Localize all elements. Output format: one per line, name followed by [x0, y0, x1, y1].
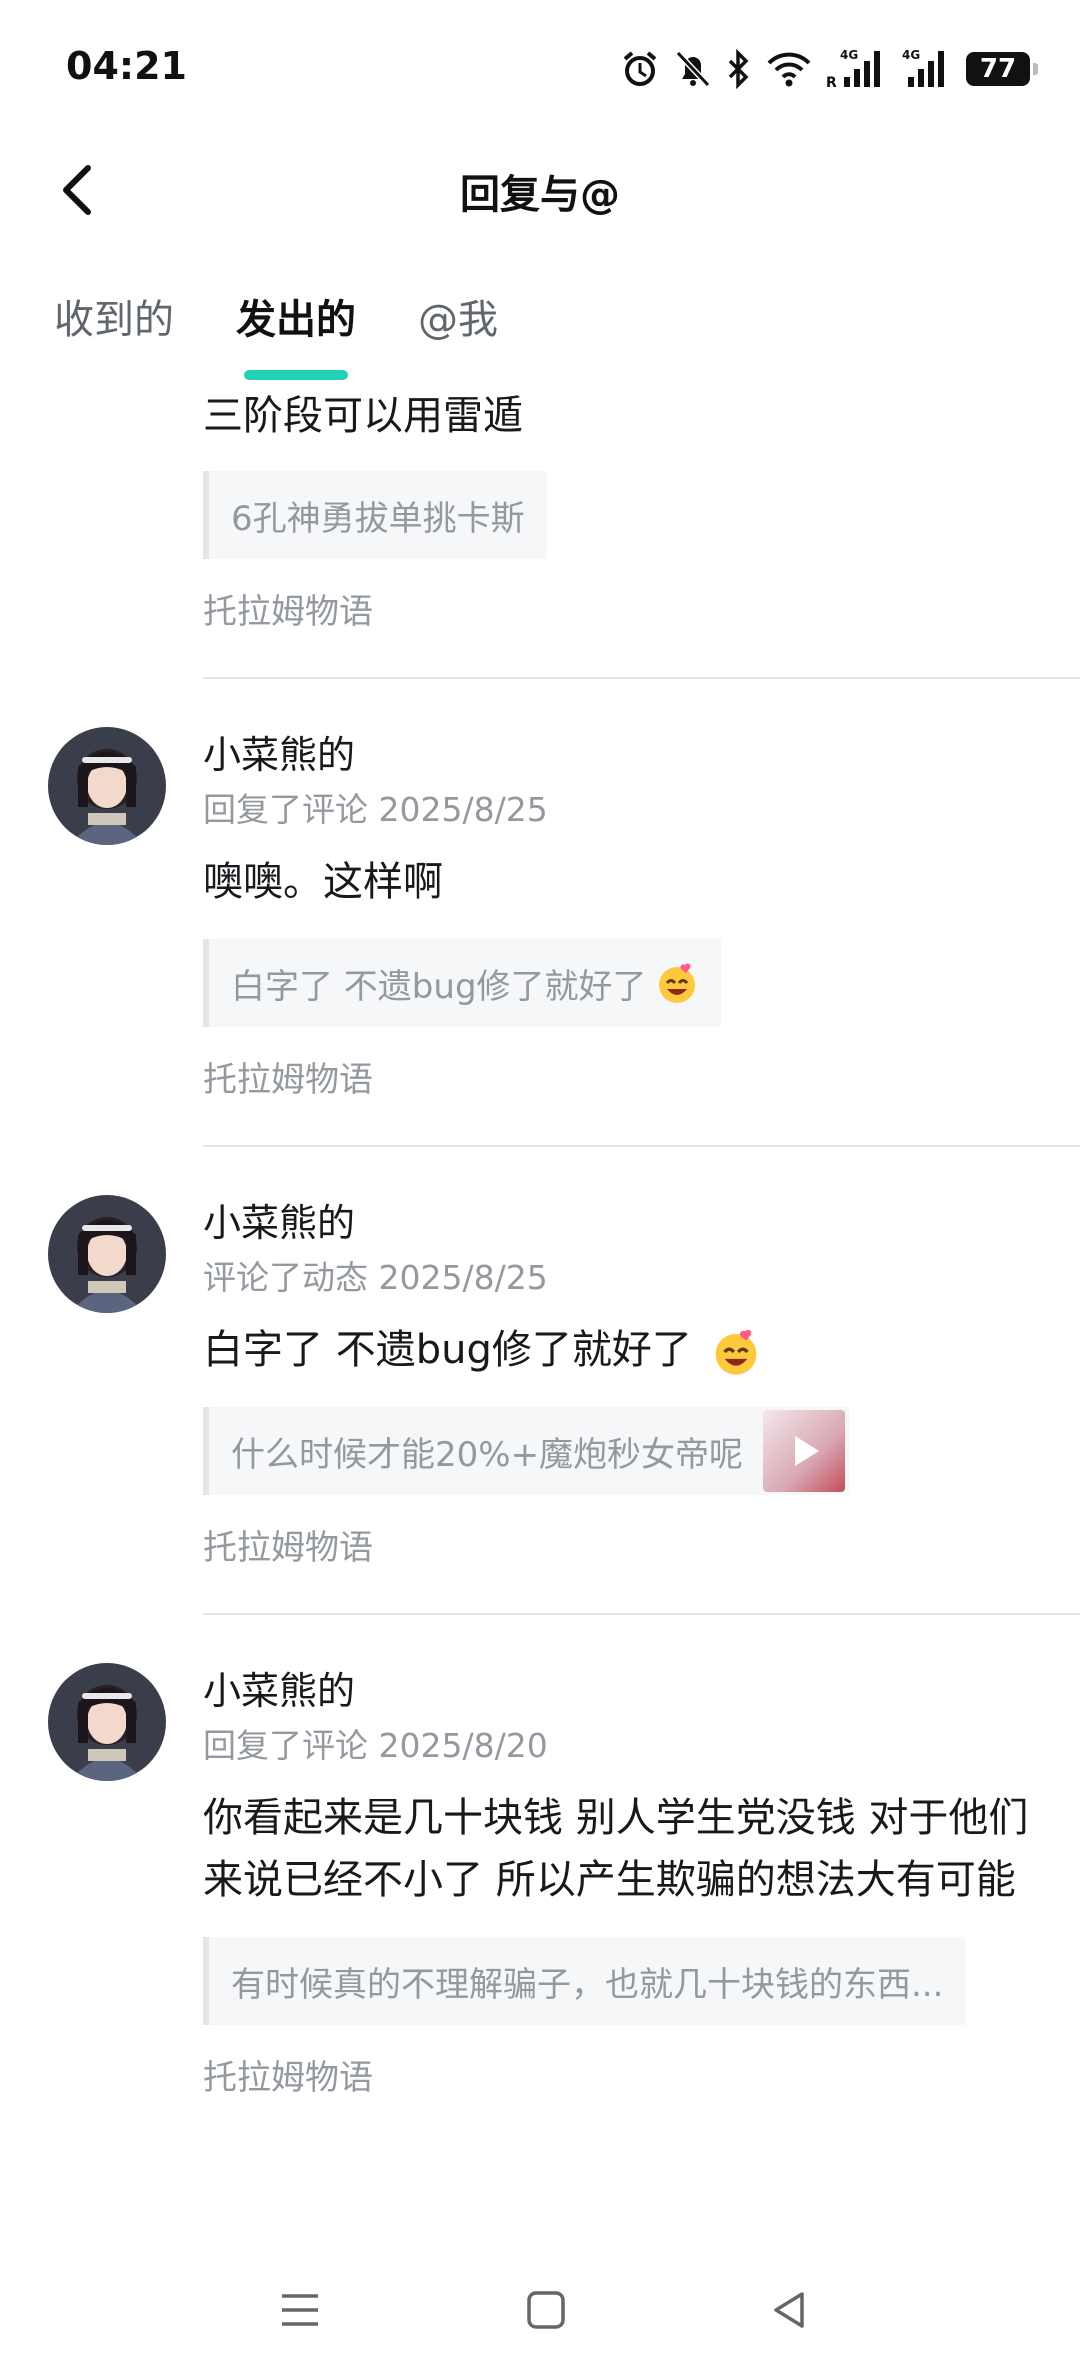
source-label[interactable]: 托拉姆物语 [203, 1055, 1040, 1105]
page-header: 回复与@ [0, 140, 1080, 240]
status-bar: 04:21 4G R 4G 77 [0, 0, 1080, 130]
roaming-label: R [826, 75, 837, 91]
quoted-text: 什么时候才能20%+魔炮秒女帝呢 [231, 1434, 744, 1475]
divider [203, 1145, 1080, 1147]
item-content: 小菜熊的 评论了动态 2025/8/25 白字了 不遗bug修了就好了 什么时候… [203, 1195, 1040, 1573]
divider [203, 1613, 1080, 1615]
quoted-text: 6孔神勇拔单挑卡斯 [231, 498, 525, 539]
avatar-image [48, 1663, 166, 1781]
comment-body: 噢噢。这样啊 [203, 859, 443, 905]
list-item[interactable]: 三阶段可以用雷遁 6孔神勇拔单挑卡斯 托拉姆物语 [0, 385, 1080, 679]
home-icon[interactable] [518, 2282, 574, 2338]
avatar[interactable] [48, 1663, 166, 1781]
alarm-icon [623, 51, 657, 86]
comment-body-row: 白字了 不遗bug修了就好了 [203, 1319, 1040, 1381]
mute-bell-icon [675, 50, 711, 88]
grinning-hearts-emoji-icon [715, 1329, 757, 1375]
quoted-comment[interactable]: 白字了 不遗bug修了就好了 [203, 939, 721, 1027]
user-name[interactable]: 小菜熊的 [203, 1195, 1040, 1251]
quoted-comment[interactable]: 有时候真的不理解骗子，也就几十块钱的东西... [203, 1937, 966, 2025]
page-title: 回复与@ [460, 172, 620, 218]
signal-2-icon: 4G [902, 48, 944, 87]
wifi-icon [767, 52, 811, 87]
tab-sent[interactable]: 发出的 [236, 290, 356, 380]
quoted-comment[interactable]: 6孔神勇拔单挑卡斯 [203, 471, 547, 559]
tab-bar: 收到的 发出的 @我 [54, 290, 498, 380]
list-item[interactable]: 小菜熊的 评论了动态 2025/8/25 白字了 不遗bug修了就好了 什么时候… [0, 1195, 1080, 1615]
bluetooth-icon [728, 49, 749, 89]
status-time: 04:21 [66, 44, 187, 88]
item-content: 小菜熊的 回复了评论 2025/8/20 你看起来是几十块钱 别人学生党没钱 对… [203, 1663, 1040, 2103]
avatar[interactable] [48, 727, 166, 845]
source-label[interactable]: 托拉姆物语 [203, 587, 1040, 637]
comment-body: 三阶段可以用雷遁 [203, 393, 523, 439]
video-thumbnail-icon[interactable] [763, 1410, 846, 1492]
quoted-text: 白字了 不遗bug修了就好了 [231, 966, 647, 1007]
system-nav-bar [0, 2242, 1080, 2377]
list-item[interactable]: 小菜熊的 回复了评论 2025/8/25 噢噢。这样啊 白字了 不遗bug修了就… [0, 727, 1080, 1147]
item-content: 小菜熊的 回复了评论 2025/8/25 噢噢。这样啊 白字了 不遗bug修了就… [203, 727, 1040, 1105]
status-icons: 4G R 4G 77 [620, 44, 1038, 94]
source-label[interactable]: 托拉姆物语 [203, 1523, 1040, 1573]
quoted-text: 有时候真的不理解骗子，也就几十块钱的东西... [231, 1964, 944, 2005]
divider [203, 677, 1080, 679]
back-triangle-icon[interactable] [762, 2282, 818, 2338]
grinning-hearts-emoji-icon [658, 963, 695, 1003]
signal-1-icon: 4G R [826, 48, 880, 91]
list-item[interactable]: 小菜熊的 回复了评论 2025/8/20 你看起来是几十块钱 别人学生党没钱 对… [0, 1663, 1080, 2103]
user-name[interactable]: 小菜熊的 [203, 1663, 1040, 1719]
avatar[interactable] [48, 1195, 166, 1313]
user-name[interactable]: 小菜熊的 [203, 727, 1040, 783]
menu-icon[interactable] [272, 2282, 328, 2338]
net-label-1: 4G [840, 48, 858, 62]
reply-list: 三阶段可以用雷遁 6孔神勇拔单挑卡斯 托拉姆物语 小菜熊的 回复了评论 2025… [0, 385, 1080, 2103]
action-meta: 回复了评论 2025/8/25 [203, 790, 548, 829]
comment-body: 你看起来是几十块钱 别人学生党没钱 对于他们来说已经不小了 所以产生欺骗的想法大… [203, 1795, 1029, 1903]
avatar-image [48, 1195, 166, 1313]
net-label-2: 4G [902, 48, 920, 62]
source-label[interactable]: 托拉姆物语 [203, 2053, 1040, 2103]
quoted-post[interactable]: 什么时候才能20%+魔炮秒女帝呢 [203, 1407, 850, 1495]
tab-received[interactable]: 收到的 [54, 290, 174, 370]
comment-body: 白字了 不遗bug修了就好了 [203, 1327, 692, 1373]
tab-mentions[interactable]: @我 [418, 290, 498, 370]
battery-indicator: 77 [966, 52, 1038, 86]
item-content: 三阶段可以用雷遁 6孔神勇拔单挑卡斯 托拉姆物语 [203, 385, 1040, 637]
avatar-image [48, 727, 166, 845]
action-meta: 评论了动态 2025/8/25 [203, 1258, 548, 1297]
action-meta: 回复了评论 2025/8/20 [203, 1726, 548, 1765]
